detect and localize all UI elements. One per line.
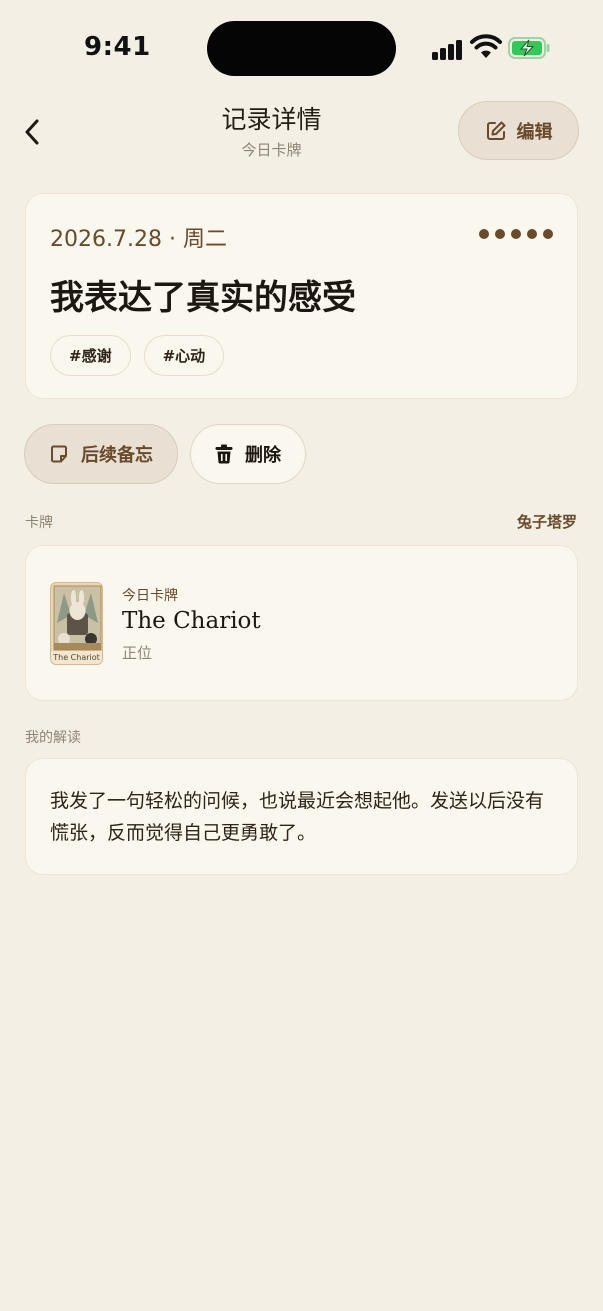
status-time: 9:41 <box>84 32 151 62</box>
tag-chip[interactable]: #心动 <box>143 335 225 376</box>
follow-up-memo-button[interactable]: 后续备忘 <box>24 424 178 484</box>
tarot-card-thumbnail: The Chariot <box>50 582 103 665</box>
trash-icon <box>215 444 233 464</box>
card-section-label: 卡牌 <box>25 515 53 531</box>
cellular-signal-icon <box>432 38 464 60</box>
entry-title: 我表达了真实的感受 <box>50 278 356 318</box>
battery-charging-icon <box>508 37 550 59</box>
status-bar: 9:41 <box>0 0 603 96</box>
edit-icon <box>486 121 505 140</box>
card-caption: 今日卡牌 <box>122 588 178 604</box>
tag-chip[interactable]: #感谢 <box>50 335 131 376</box>
entry-date: 2026.7.28 · 周二 <box>50 227 227 252</box>
wifi-icon <box>470 34 502 58</box>
reading-card: 我发了一句轻松的问候，也说最近会想起他。发送以后没有慌张，反而觉得自己更勇敢了。 <box>25 758 578 875</box>
reading-text: 我发了一句轻松的问候，也说最近会想起他。发送以后没有慌张，反而觉得自己更勇敢了。 <box>50 790 545 844</box>
card-name: The Chariot <box>122 608 261 634</box>
edit-button-label: 编辑 <box>516 121 553 143</box>
entry-card: 2026.7.28 · 周二 我表达了真实的感受 #感谢 #心动 <box>25 193 578 399</box>
dynamic-island <box>207 21 396 76</box>
tag-list: #感谢 #心动 <box>50 335 225 376</box>
memo-button-label: 后续备忘 <box>81 445 153 466</box>
deck-name-link[interactable]: 兔子塔罗 <box>517 511 577 532</box>
tarot-card-row[interactable]: The Chariot 今日卡牌 The Chariot 正位 <box>25 545 578 701</box>
more-options-icon[interactable] <box>479 229 553 239</box>
card-orientation: 正位 <box>122 644 153 662</box>
reading-section-label: 我的解读 <box>25 730 81 746</box>
delete-button[interactable]: 删除 <box>190 424 306 484</box>
screen: 9:41 记录详情 今日卡牌 编辑 2026.7.28 · 周二 我表达了真实的… <box>0 0 603 1311</box>
delete-button-label: 删除 <box>245 445 281 466</box>
chariot-card-art <box>51 583 102 653</box>
thumbnail-caption: The Chariot <box>51 651 102 664</box>
note-icon <box>51 445 67 463</box>
edit-button[interactable]: 编辑 <box>458 101 579 160</box>
